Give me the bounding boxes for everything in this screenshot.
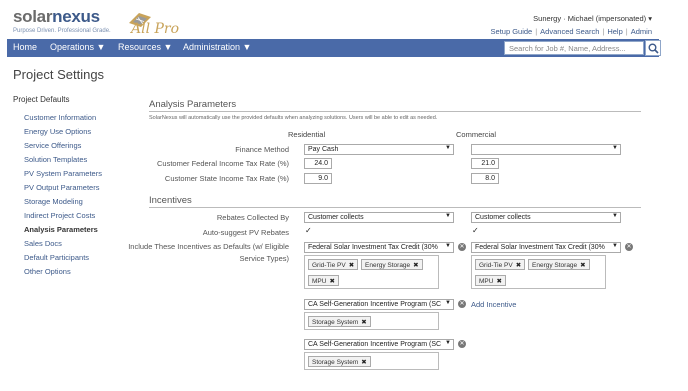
service-tag-storage-system: Storage System ✖ [308, 356, 371, 367]
search-input[interactable]: Search for Job #, Name, Address... [504, 41, 644, 55]
finance-method-commercial-select[interactable]: ▼ [471, 144, 621, 155]
tag-remove-icon[interactable]: ✖ [413, 262, 418, 269]
residential-service-types-2[interactable]: Storage System ✖ [304, 312, 439, 330]
federal-tax-commercial-input[interactable]: 21.0 [471, 158, 499, 169]
service-tag-energy-storage: Energy Storage ✖ [361, 259, 423, 270]
auto-suggest-label: Auto-suggest PV Rebates [202, 228, 289, 237]
nav-operations[interactable]: Operations ▼ [50, 42, 105, 52]
rebates-commercial-select[interactable]: Customer collects ▼ [471, 212, 621, 223]
sidebar-item-service-offerings[interactable]: Service Offerings [24, 141, 81, 150]
brand-tier: All Pro [131, 21, 180, 37]
main-navbar: Home Operations ▼ Resources ▼ Administra… [7, 39, 661, 57]
residential-incentive-select-2[interactable]: CA Self-Generation Incentive Program (SC… [304, 299, 454, 310]
finance-method-label: Finance Method [235, 145, 289, 154]
rebates-residential-select[interactable]: Customer collects ▼ [304, 212, 454, 223]
nav-resources[interactable]: Resources ▼ [118, 42, 172, 52]
tag-remove-icon[interactable]: ✖ [496, 278, 501, 285]
sidebar-item-pv-output-parameters[interactable]: PV Output Parameters [24, 183, 99, 192]
brand-tagline: Purpose Driven. Professional Grade. [13, 28, 111, 34]
residential-service-types-1[interactable]: Grid-Tie PV ✖ Energy Storage ✖ MPU ✖ [304, 255, 439, 289]
analysis-heading: Analysis Parameters [149, 99, 237, 110]
tag-remove-icon[interactable]: ✖ [361, 319, 366, 326]
caret-down-icon: ▼ [445, 243, 451, 249]
include-incentives-label: Include These Incentives as Defaults (w/… [128, 242, 289, 263]
remove-icon[interactable]: ✕ [625, 243, 633, 251]
sidebar-title: Project Defaults [13, 95, 70, 104]
sidebar-item-storage-modeling[interactable]: Storage Modeling [24, 197, 83, 206]
state-tax-commercial-input[interactable]: 8.0 [471, 173, 499, 184]
brand-name: solarnexus [13, 7, 100, 26]
search-button[interactable] [645, 40, 661, 56]
sidebar-item-other-options[interactable]: Other Options [24, 267, 71, 276]
residential-service-types-3[interactable]: Storage System ✖ [304, 352, 439, 370]
sidebar-item-analysis-parameters[interactable]: Analysis Parameters [24, 225, 98, 234]
residential-incentive-select-3[interactable]: CA Self-Generation Incentive Program (SC… [304, 339, 454, 350]
service-tag-mpu: MPU ✖ [308, 275, 339, 286]
service-tag-grid-tie-pv: Grid-Tie PV ✖ [475, 259, 526, 270]
tag-remove-icon[interactable]: ✖ [580, 262, 585, 269]
user-menu[interactable]: Sunergy · Michael (impersonated) ▾ [533, 14, 652, 23]
caret-down-icon: ▼ [612, 213, 618, 219]
tag-remove-icon[interactable]: ✖ [329, 278, 334, 285]
remove-icon[interactable]: ✕ [458, 300, 466, 308]
remove-icon[interactable]: ✕ [458, 243, 466, 251]
commercial-service-types-1[interactable]: Grid-Tie PV ✖ Energy Storage ✖ MPU ✖ [471, 255, 606, 289]
caret-down-icon: ▼ [612, 145, 618, 151]
service-tag-mpu: MPU ✖ [475, 275, 506, 286]
federal-tax-residential-input[interactable]: 24.0 [304, 158, 332, 169]
sidebar-item-pv-system-parameters[interactable]: PV System Parameters [24, 169, 102, 178]
setup-guide-link[interactable]: Setup Guide [491, 27, 533, 36]
col-commercial: Commercial [456, 130, 497, 139]
col-residential: Residential [288, 130, 326, 139]
caret-down-icon: ▼ [445, 213, 451, 219]
tag-remove-icon[interactable]: ✖ [361, 359, 366, 366]
page-title: Project Settings [13, 67, 105, 82]
state-tax-residential-input[interactable]: 9.0 [304, 173, 332, 184]
sidebar-item-indirect-project-costs[interactable]: Indirect Project Costs [24, 211, 95, 220]
advanced-search-link[interactable]: Advanced Search [540, 27, 599, 36]
analysis-divider [149, 111, 641, 112]
search-icon [648, 43, 659, 54]
finance-method-residential-select[interactable]: Pay Cash ▼ [304, 144, 454, 155]
caret-down-icon: ▼ [445, 300, 451, 306]
residential-incentive-select-1[interactable]: Federal Solar Investment Tax Credit (30%… [304, 242, 454, 253]
add-incentive-link[interactable]: Add Incentive [471, 300, 516, 309]
sidebar-item-solution-templates[interactable]: Solution Templates [24, 155, 87, 164]
federal-tax-label: Customer Federal Income Tax Rate (%) [157, 159, 289, 168]
admin-link[interactable]: Admin [631, 27, 652, 36]
auto-suggest-commercial-checkbox[interactable]: ✓ [472, 226, 479, 235]
sidebar-item-sales-docs[interactable]: Sales Docs [24, 239, 62, 248]
service-tag-storage-system: Storage System ✖ [308, 316, 371, 327]
service-tag-grid-tie-pv: Grid-Tie PV ✖ [308, 259, 359, 270]
incentives-heading: Incentives [149, 195, 192, 206]
sidebar-item-customer-information[interactable]: Customer Information [24, 113, 96, 122]
sidebar-item-energy-use-options[interactable]: Energy Use Options [24, 127, 91, 136]
tag-remove-icon[interactable]: ✖ [349, 262, 354, 269]
analysis-note: SolarNexus will automatically use the pr… [149, 115, 438, 121]
nav-home[interactable]: Home [13, 42, 37, 52]
sidebar-item-default-participants[interactable]: Default Participants [24, 253, 89, 262]
commercial-incentive-select-1[interactable]: Federal Solar Investment Tax Credit (30%… [471, 242, 621, 253]
help-link[interactable]: Help [607, 27, 622, 36]
caret-down-icon: ▼ [445, 340, 451, 346]
caret-down-icon: ▼ [612, 243, 618, 249]
rebates-label: Rebates Collected By [216, 213, 289, 222]
service-tag-energy-storage: Energy Storage ✖ [528, 259, 590, 270]
remove-icon[interactable]: ✕ [458, 340, 466, 348]
top-links: Setup Guide | Advanced Search | Help | Admin [490, 27, 652, 36]
incentives-divider [149, 207, 641, 208]
caret-down-icon: ▼ [445, 145, 451, 151]
state-tax-label: Customer State Income Tax Rate (%) [164, 174, 289, 183]
tag-remove-icon[interactable]: ✖ [516, 262, 521, 269]
auto-suggest-residential-checkbox[interactable]: ✓ [305, 226, 312, 235]
nav-administration[interactable]: Administration ▼ [183, 42, 251, 52]
